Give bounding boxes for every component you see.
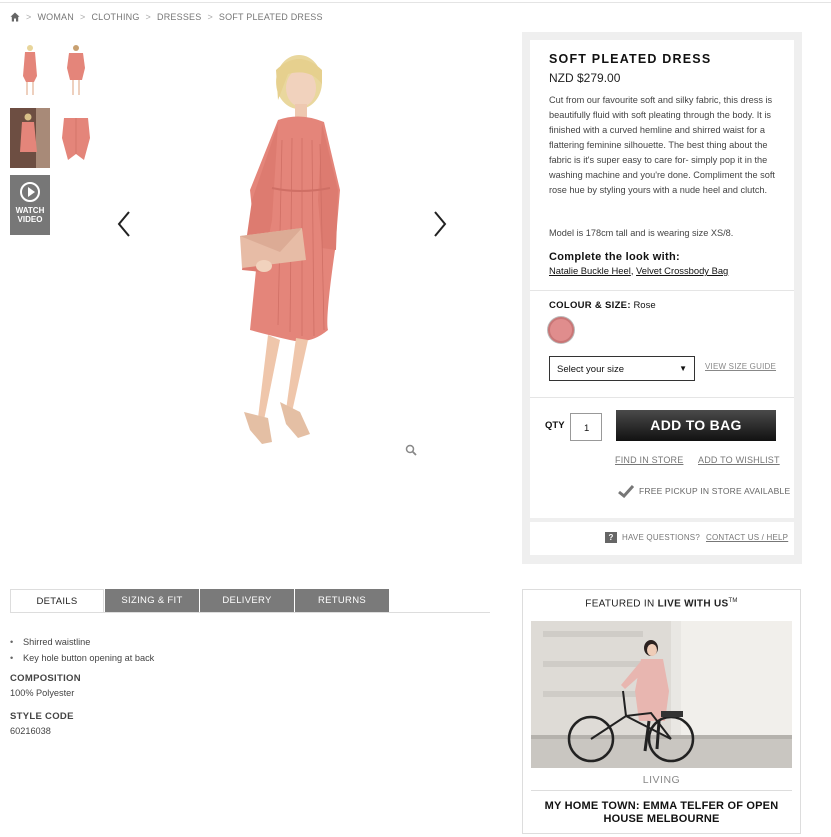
featured-category: LIVING bbox=[642, 774, 681, 786]
model-info: Model is 178cm tall and is wearing size … bbox=[549, 228, 734, 238]
featured-article-title[interactable]: MY HOME TOWN: EMMA TELFER OF OPEN HOUSE … bbox=[531, 800, 792, 825]
qty-input[interactable]: 1 bbox=[570, 413, 602, 441]
zoom-icon[interactable] bbox=[405, 444, 417, 456]
composition-label: COMPOSITION bbox=[10, 673, 81, 684]
add-to-wishlist-link[interactable]: ADD TO WISHLIST bbox=[698, 455, 780, 465]
complete-look-heading: Complete the look with: bbox=[549, 251, 680, 263]
qty-label: QTY bbox=[545, 420, 565, 431]
composition-value: 100% Polyester bbox=[10, 688, 75, 698]
breadcrumb-separator: > bbox=[145, 12, 152, 22]
checkmark-icon bbox=[618, 484, 634, 498]
featured-heading: FEATURED IN LIVE WITH USTM bbox=[585, 598, 738, 610]
prev-image-button[interactable] bbox=[116, 210, 132, 243]
question-icon: ? bbox=[605, 532, 617, 543]
breadcrumb: > WOMAN > CLOTHING > DRESSES > SOFT PLEA… bbox=[10, 12, 323, 22]
watch-video-button[interactable]: WATCH VIDEO bbox=[10, 175, 50, 235]
breadcrumb-woman[interactable]: WOMAN bbox=[37, 12, 74, 22]
contact-help-link[interactable]: CONTACT US / HELP bbox=[706, 533, 788, 542]
questions-row: ? HAVE QUESTIONS? CONTACT US / HELP bbox=[605, 532, 788, 543]
thumbnail-side[interactable] bbox=[56, 40, 96, 100]
watch-video-label: WATCH VIDEO bbox=[15, 206, 45, 224]
list-item: Key hole button opening at back bbox=[10, 650, 154, 666]
details-tabs: DETAILS SIZING & FIT DELIVERY RETURNS bbox=[10, 589, 390, 613]
breadcrumb-separator: > bbox=[79, 12, 86, 22]
play-icon bbox=[20, 182, 40, 202]
product-description: Cut from our favourite soft and silky fa… bbox=[549, 95, 775, 195]
questions-text: HAVE QUESTIONS? bbox=[622, 533, 700, 542]
featured-image[interactable] bbox=[531, 621, 792, 768]
next-image-button[interactable] bbox=[432, 210, 448, 243]
top-border bbox=[0, 2, 831, 3]
pickup-availability: FREE PICKUP IN STORE AVAILABLE bbox=[618, 484, 790, 498]
breadcrumb-clothing[interactable]: CLOTHING bbox=[91, 12, 139, 22]
tab-delivery[interactable]: DELIVERY bbox=[200, 589, 294, 613]
tab-returns[interactable]: RETURNS bbox=[295, 589, 389, 613]
chevron-left-icon bbox=[117, 211, 130, 237]
complete-look-links: Natalie Buckle Heel, Velvet Crossbody Ba… bbox=[549, 265, 728, 276]
product-price: NZD $279.00 bbox=[549, 71, 621, 85]
thumbnail-front[interactable] bbox=[10, 40, 50, 100]
style-code-label: STYLE CODE bbox=[10, 711, 74, 722]
thumbnail-lifestyle[interactable] bbox=[10, 108, 50, 168]
main-product-image[interactable] bbox=[160, 40, 425, 460]
breadcrumb-current: SOFT PLEATED DRESS bbox=[218, 12, 323, 22]
chevron-right-icon bbox=[434, 211, 447, 237]
list-item: Shirred waistline bbox=[10, 634, 154, 650]
tabs-underline bbox=[10, 612, 490, 613]
link-velvet-crossbody-bag[interactable]: Velvet Crossbody Bag bbox=[636, 265, 728, 276]
caret-down-icon: ▼ bbox=[679, 364, 687, 373]
home-icon[interactable] bbox=[10, 12, 20, 22]
add-to-bag-button[interactable]: ADD TO BAG bbox=[616, 410, 776, 441]
colour-size-label: COLOUR & SIZE: Rose bbox=[549, 300, 656, 311]
colour-value: Rose bbox=[633, 300, 656, 311]
colour-swatch-rose[interactable] bbox=[548, 317, 574, 343]
link-natalie-buckle-heel[interactable]: Natalie Buckle Heel bbox=[549, 265, 631, 276]
tab-details[interactable]: DETAILS bbox=[10, 589, 104, 613]
tab-sizing-fit[interactable]: SIZING & FIT bbox=[105, 589, 199, 613]
find-in-store-link[interactable]: FIND IN STORE bbox=[615, 455, 683, 465]
divider bbox=[530, 290, 794, 291]
thumbnail-back[interactable] bbox=[56, 108, 96, 168]
details-bullets: Shirred waistline Key hole button openin… bbox=[10, 634, 154, 666]
size-guide-link[interactable]: VIEW SIZE GUIDE bbox=[705, 362, 776, 371]
divider bbox=[530, 397, 794, 398]
size-select[interactable]: Select your size ▼ bbox=[549, 356, 695, 381]
breadcrumb-separator: > bbox=[26, 12, 32, 22]
style-code-value: 60216038 bbox=[10, 726, 51, 736]
breadcrumb-dresses[interactable]: DRESSES bbox=[157, 12, 201, 22]
breadcrumb-separator: > bbox=[207, 12, 213, 22]
featured-divider bbox=[531, 790, 792, 791]
product-title: SOFT PLEATED DRESS bbox=[549, 52, 712, 66]
